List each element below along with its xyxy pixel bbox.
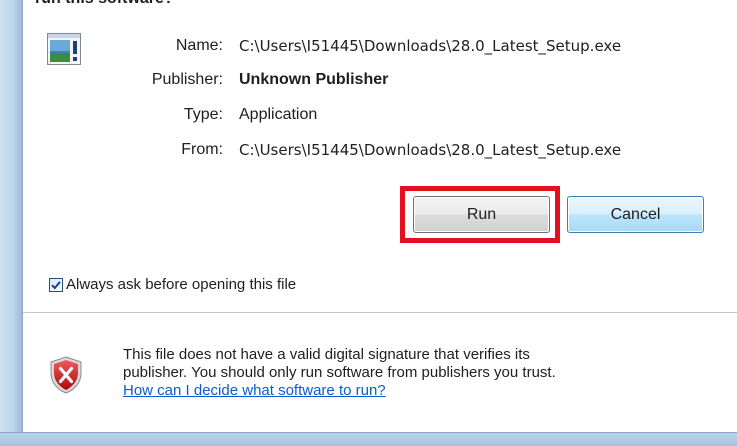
publisher-value: Unknown Publisher — [239, 71, 389, 88]
checkmark-icon — [51, 280, 61, 289]
security-warning-dialog: run this software? Name: C:\Users\I51445… — [0, 0, 737, 446]
dialog-content: run this software? Name: C:\Users\I51445… — [23, 0, 737, 432]
help-link[interactable]: How can I decide what software to run? — [123, 382, 723, 400]
from-label: From: — [181, 141, 223, 158]
dialog-question: run this software? — [35, 0, 174, 8]
type-value: Application — [239, 106, 318, 123]
section-divider — [23, 312, 737, 313]
always-ask-label[interactable]: Always ask before opening this file — [66, 276, 296, 293]
window-frame-left — [0, 0, 22, 446]
from-value: C:\Users\I51445\Downloads\28.0_Latest_Se… — [239, 141, 622, 159]
name-label: Name: — [175, 37, 223, 54]
type-label: Type: — [183, 106, 223, 123]
publisher-label: Publisher: — [151, 71, 223, 88]
run-button[interactable]: Run — [413, 196, 550, 233]
signature-warning: This file does not have a valid digital … — [123, 346, 723, 400]
always-ask-option[interactable]: Always ask before opening this file — [49, 276, 296, 293]
cancel-button[interactable]: Cancel — [567, 196, 704, 233]
window-frame-bottom — [0, 432, 737, 446]
always-ask-checkbox[interactable] — [49, 277, 63, 292]
application-icon — [47, 33, 81, 65]
warning-line-2: publisher. You should only run software … — [123, 364, 556, 381]
name-value: C:\Users\I51445\Downloads\28.0_Latest_Se… — [239, 37, 622, 55]
warning-line-1: This file does not have a valid digital … — [123, 346, 530, 363]
security-warning-shield-icon — [50, 356, 82, 394]
